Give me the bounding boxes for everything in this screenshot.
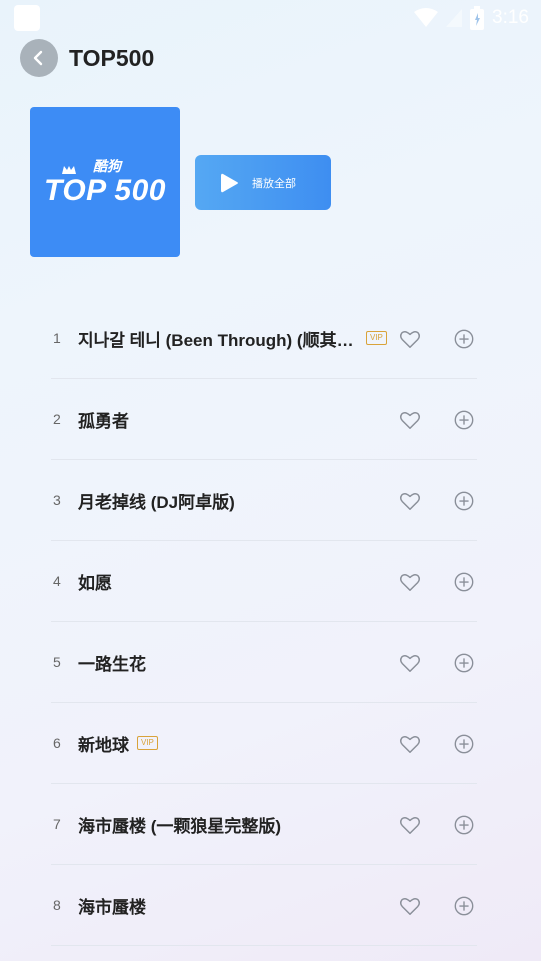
heart-icon[interactable] bbox=[399, 733, 421, 755]
song-title: 新地球 bbox=[78, 735, 129, 755]
song-title: 海市蜃楼 (一颗狼星完整版) bbox=[78, 816, 282, 836]
playlist-cover: 酷狗 TOP 500 bbox=[30, 107, 180, 257]
song-row[interactable]: 4 如愿 bbox=[51, 541, 477, 622]
song-row[interactable]: 6 新地球 VIP bbox=[51, 703, 477, 784]
heart-icon[interactable] bbox=[399, 409, 421, 431]
song-title: 月老掉线 (DJ阿卓版) bbox=[78, 492, 235, 512]
plus-circle-icon[interactable] bbox=[453, 328, 475, 350]
plus-circle-icon[interactable] bbox=[453, 409, 475, 431]
chevron-left-icon bbox=[33, 50, 43, 66]
plus-circle-icon[interactable] bbox=[453, 490, 475, 512]
play-icon bbox=[221, 173, 239, 193]
wifi-icon bbox=[414, 8, 439, 28]
song-row[interactable]: 7 海市蜃楼 (一颗狼星完整版) bbox=[51, 784, 477, 865]
song-title: 一路生花 bbox=[78, 654, 146, 674]
cover-label: TOP 500 bbox=[44, 166, 166, 208]
battery-icon bbox=[470, 6, 485, 30]
plus-circle-icon[interactable] bbox=[453, 571, 475, 593]
song-number: 3 bbox=[53, 492, 61, 508]
page-title: TOP500 bbox=[69, 44, 155, 71]
back-button[interactable] bbox=[20, 39, 58, 77]
notification-icon bbox=[14, 5, 40, 31]
song-row[interactable]: 1 지나갈 테니 (Been Through) (顺其自然) VIP bbox=[51, 298, 477, 379]
song-number: 7 bbox=[53, 816, 61, 832]
song-number: 4 bbox=[53, 573, 61, 589]
plus-circle-icon[interactable] bbox=[453, 895, 475, 917]
vip-badge: VIP bbox=[366, 331, 387, 345]
status-indicators: 3:16 bbox=[414, 6, 529, 30]
play-all-label: 播放全部 bbox=[252, 176, 296, 190]
plus-circle-icon[interactable] bbox=[453, 814, 475, 836]
cover-label-text: TOP 500 bbox=[44, 174, 166, 207]
status-bar: 3:16 bbox=[0, 0, 541, 36]
signal-icon bbox=[446, 9, 463, 27]
song-title: 海市蜃楼 bbox=[78, 897, 146, 917]
plus-circle-icon[interactable] bbox=[453, 652, 475, 674]
crown-icon bbox=[62, 166, 77, 174]
heart-icon[interactable] bbox=[399, 328, 421, 350]
header: TOP500 bbox=[20, 38, 154, 78]
song-title: 지나갈 테니 (Been Through) (顺其自然) bbox=[78, 330, 358, 350]
plus-circle-icon[interactable] bbox=[453, 733, 475, 755]
heart-icon[interactable] bbox=[399, 571, 421, 593]
song-number: 1 bbox=[53, 330, 61, 346]
heart-icon[interactable] bbox=[399, 895, 421, 917]
vip-badge: VIP bbox=[137, 736, 158, 750]
song-row[interactable]: 5 一路生花 bbox=[51, 622, 477, 703]
heart-icon[interactable] bbox=[399, 652, 421, 674]
cover-brand: 酷狗 bbox=[93, 159, 121, 175]
song-row[interactable]: 8 海市蜃楼 bbox=[51, 865, 477, 946]
heart-icon[interactable] bbox=[399, 490, 421, 512]
song-number: 6 bbox=[53, 735, 61, 751]
song-row[interactable]: 3 月老掉线 (DJ阿卓版) bbox=[51, 460, 477, 541]
song-number: 5 bbox=[53, 654, 61, 670]
heart-icon[interactable] bbox=[399, 814, 421, 836]
song-list: 1 지나갈 테니 (Been Through) (顺其自然) VIP 2 孤勇者… bbox=[51, 298, 477, 946]
song-title: 如愿 bbox=[78, 573, 112, 593]
song-title: 孤勇者 bbox=[78, 411, 129, 431]
status-time: 3:16 bbox=[492, 7, 529, 28]
play-all-button[interactable]: 播放全部 bbox=[195, 155, 331, 210]
song-number: 2 bbox=[53, 411, 61, 427]
song-row[interactable]: 2 孤勇者 bbox=[51, 379, 477, 460]
song-number: 8 bbox=[53, 897, 61, 913]
